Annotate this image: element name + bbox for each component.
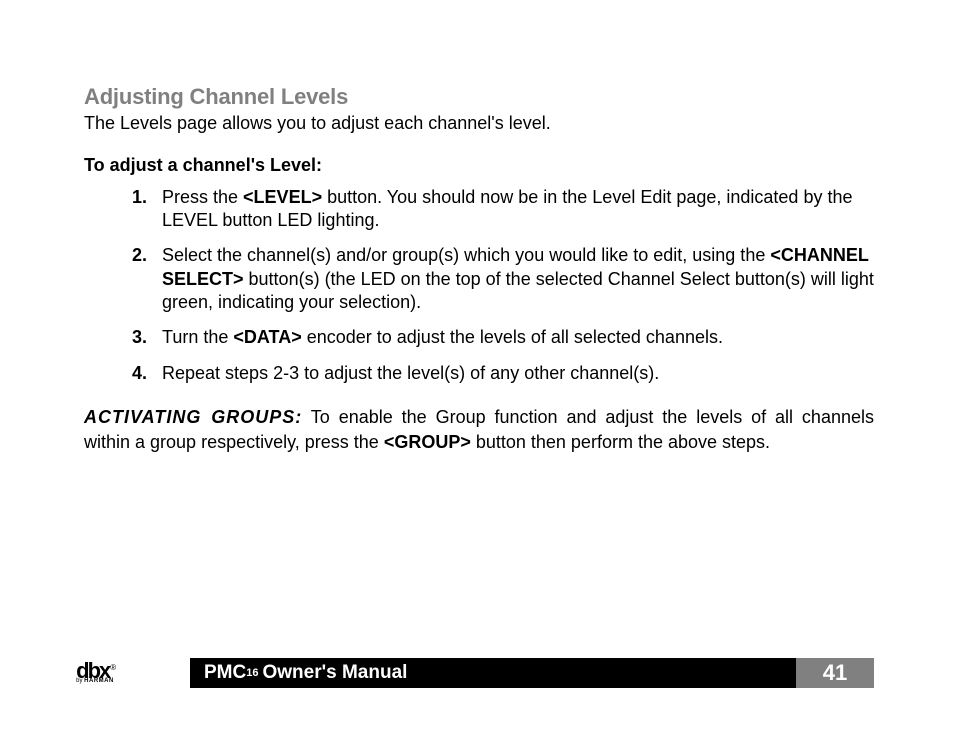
note-label: ACTIVATING GROUPS: xyxy=(84,407,302,427)
step-text: encoder to adjust the levels of all sele… xyxy=(302,327,723,347)
page-number: 41 xyxy=(796,658,874,688)
product-name: PMC xyxy=(204,662,246,684)
note-strong: <GROUP> xyxy=(384,432,471,452)
logo-brand: HARMAN xyxy=(84,678,114,684)
step-text: button(s) (the LED on the top of the sel… xyxy=(162,269,874,312)
step-text: Turn the xyxy=(162,327,233,347)
product-sup: 16 xyxy=(246,667,258,679)
manual-label: Owner's Manual xyxy=(262,662,407,684)
brand-logo: dbx® by HARMAN xyxy=(76,662,114,684)
list-item: Repeat steps 2-3 to adjust the level(s) … xyxy=(132,362,874,385)
note-text: button then perform the above steps. xyxy=(471,432,770,452)
step-text: Press the xyxy=(162,187,243,207)
logo-by: by xyxy=(76,678,84,684)
section-title: Adjusting Channel Levels xyxy=(84,84,874,110)
footer-margin xyxy=(874,658,954,688)
section-intro: The Levels page allows you to adjust eac… xyxy=(84,112,874,135)
page-footer: dbx® by HARMAN PMC16 Owner's Manual 41 xyxy=(0,658,954,688)
step-text: Repeat steps 2-3 to adjust the level(s) … xyxy=(162,363,659,383)
footer-logo-area: dbx® by HARMAN xyxy=(0,658,190,688)
list-item: Press the <LEVEL> button. You should now… xyxy=(132,186,874,233)
step-text: Select the channel(s) and/or group(s) wh… xyxy=(162,245,770,265)
list-item: Select the channel(s) and/or group(s) wh… xyxy=(132,244,874,314)
list-item: Turn the <DATA> encoder to adjust the le… xyxy=(132,326,874,349)
note-paragraph: ACTIVATING GROUPS: To enable the Group f… xyxy=(84,405,874,454)
footer-title-bar: PMC16 Owner's Manual xyxy=(190,658,796,688)
logo-subtext: by HARMAN xyxy=(76,679,114,684)
steps-list: Press the <LEVEL> button. You should now… xyxy=(84,186,874,386)
step-strong: <LEVEL> xyxy=(243,187,322,207)
section-subhead: To adjust a channel's Level: xyxy=(84,155,874,176)
registered-icon: ® xyxy=(110,663,114,672)
page-content: Adjusting Channel Levels The Levels page… xyxy=(0,0,954,454)
step-strong: <DATA> xyxy=(233,327,301,347)
